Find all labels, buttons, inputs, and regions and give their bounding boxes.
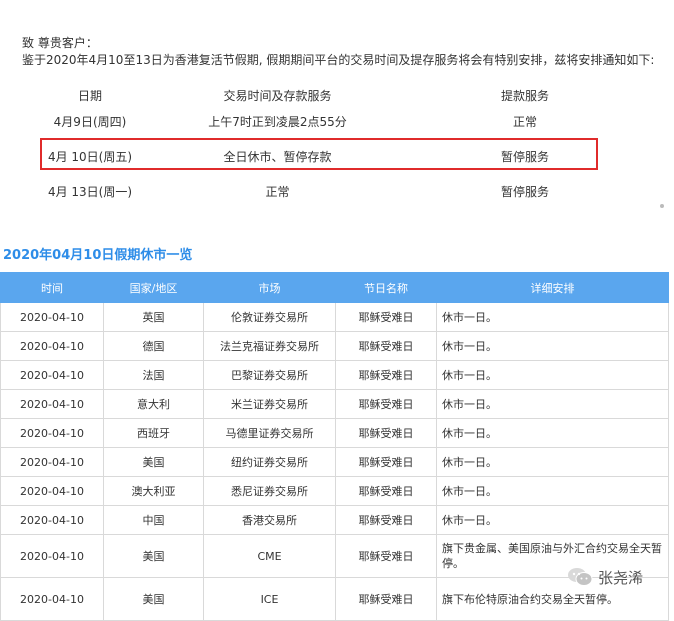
cell-details: 休市一日。 <box>436 505 669 535</box>
table-row: 2020-04-10 中国 香港交易所 耶稣受难日 休市一日。 <box>0 505 669 535</box>
holiday-header-row: 时间 国家/地区 市场 节日名称 详细安排 <box>0 272 669 303</box>
highlight-box <box>40 138 598 170</box>
table-row: 2020-04-10 德国 法兰克福证券交易所 耶稣受难日 休市一日。 <box>0 331 669 361</box>
cell-market: 法兰克福证券交易所 <box>203 331 336 361</box>
cell-details: 休市一日。 <box>436 302 669 332</box>
cell-time: 2020-04-10 <box>0 447 104 477</box>
cell-market: 香港交易所 <box>203 505 336 535</box>
cell-time: 2020-04-10 <box>0 302 104 332</box>
cell-holiday: 耶稣受难日 <box>335 302 437 332</box>
cell-country: 德国 <box>103 331 204 361</box>
cell-country: 西班牙 <box>103 418 204 448</box>
schedule-trading: 正常 <box>265 185 290 199</box>
cell-country: 澳大利亚 <box>103 476 204 506</box>
schedule-header-row: 日期 交易时间及存款服务 提款服务 <box>0 86 674 106</box>
cell-country: 意大利 <box>103 389 204 419</box>
schedule-row: 4月9日(周四) 上午7时正到凌晨2点55分 正常 <box>0 112 674 132</box>
cell-market: 伦敦证券交易所 <box>203 302 336 332</box>
cell-market: ICE <box>203 577 336 621</box>
cell-details: 休市一日。 <box>436 331 669 361</box>
table-row: 2020-04-10 澳大利亚 悉尼证券交易所 耶稣受难日 休市一日。 <box>0 476 669 506</box>
schedule-date: 4月 13日(周一) <box>47 185 133 199</box>
schedule-trading: 上午7时正到凌晨2点55分 <box>208 115 347 129</box>
table-row: 2020-04-10 法国 巴黎证券交易所 耶稣受难日 休市一日。 <box>0 360 669 390</box>
cell-details: 休市一日。 <box>436 418 669 448</box>
schedule-row: 4月 13日(周一) 正常 暂停服务 <box>0 182 674 202</box>
cell-market: 悉尼证券交易所 <box>203 476 336 506</box>
cell-holiday: 耶稣受难日 <box>335 505 437 535</box>
schedule-header-trading: 交易时间及存款服务 <box>223 89 332 103</box>
cell-time: 2020-04-10 <box>0 505 104 535</box>
notice-body: 鉴于2020年4月10至13日为香港复活节假期, 假期期间平台的交易时间及提存服… <box>22 53 655 67</box>
cell-holiday: 耶稣受难日 <box>335 447 437 477</box>
header-details: 详细安排 <box>436 272 669 303</box>
section-title: 2020年04月10日假期休市一览 <box>3 248 193 263</box>
cell-holiday: 耶稣受难日 <box>335 331 437 361</box>
decorative-dot <box>660 204 664 208</box>
cell-market: 米兰证券交易所 <box>203 389 336 419</box>
cell-holiday: 耶稣受难日 <box>335 577 437 621</box>
cell-country: 美国 <box>103 447 204 477</box>
cell-time: 2020-04-10 <box>0 476 104 506</box>
cell-country: 美国 <box>103 577 204 621</box>
notice-greeting: 致 尊贵客户： <box>22 36 98 50</box>
schedule-withdraw: 暂停服务 <box>500 185 549 199</box>
header-time: 时间 <box>0 272 104 303</box>
cell-holiday: 耶稣受难日 <box>335 389 437 419</box>
cell-holiday: 耶稣受难日 <box>335 418 437 448</box>
notice: 致 尊贵客户： 鉴于2020年4月10至13日为香港复活节假期, 假期期间平台的… <box>22 35 654 69</box>
cell-holiday: 耶稣受难日 <box>335 476 437 506</box>
cell-details: 休市一日。 <box>436 476 669 506</box>
watermark-text: 张尧浠 <box>598 568 644 587</box>
wechat-icon <box>568 568 593 586</box>
cell-details: 休市一日。 <box>436 447 669 477</box>
cell-time: 2020-04-10 <box>0 360 104 390</box>
cell-market: 巴黎证券交易所 <box>203 360 336 390</box>
table-row: 2020-04-10 西班牙 马德里证券交易所 耶稣受难日 休市一日。 <box>0 418 669 448</box>
cell-time: 2020-04-10 <box>0 577 104 621</box>
watermark: 张尧浠 <box>566 566 643 588</box>
cell-market: 纽约证券交易所 <box>203 447 336 477</box>
header-holiday: 节日名称 <box>335 272 437 303</box>
table-row: 2020-04-10 美国 纽约证券交易所 耶稣受难日 休市一日。 <box>0 447 669 477</box>
cell-market: 马德里证券交易所 <box>203 418 336 448</box>
schedule-header-date: 日期 <box>77 89 102 103</box>
cell-time: 2020-04-10 <box>0 389 104 419</box>
cell-market: CME <box>203 534 336 578</box>
header-country: 国家/地区 <box>103 272 204 303</box>
table-row: 2020-04-10 意大利 米兰证券交易所 耶稣受难日 休市一日。 <box>0 389 669 419</box>
cell-country: 英国 <box>103 302 204 332</box>
cell-details: 休市一日。 <box>436 360 669 390</box>
schedule-withdraw: 正常 <box>512 115 537 129</box>
cell-time: 2020-04-10 <box>0 331 104 361</box>
header-market: 市场 <box>203 272 336 303</box>
cell-country: 中国 <box>103 505 204 535</box>
cell-country: 美国 <box>103 534 204 578</box>
cell-holiday: 耶稣受难日 <box>335 534 437 578</box>
cell-time: 2020-04-10 <box>0 418 104 448</box>
schedule-header-withdraw: 提款服务 <box>500 89 549 103</box>
cell-details: 休市一日。 <box>436 389 669 419</box>
schedule-date: 4月9日(周四) <box>53 115 127 129</box>
cell-holiday: 耶稣受难日 <box>335 360 437 390</box>
table-row: 2020-04-10 英国 伦敦证券交易所 耶稣受难日 休市一日。 <box>0 302 669 332</box>
cell-time: 2020-04-10 <box>0 534 104 578</box>
cell-country: 法国 <box>103 360 204 390</box>
